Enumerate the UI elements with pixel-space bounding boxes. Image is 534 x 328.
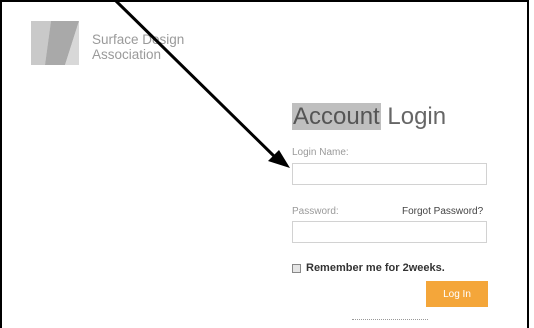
page-title: Account Login: [292, 102, 446, 132]
password-input[interactable]: [292, 221, 487, 243]
forgot-password-link[interactable]: Forgot Password?: [402, 206, 483, 217]
page-title-rest: Login: [387, 103, 447, 130]
page-frame: Surface Design Association Account Login…: [0, 0, 529, 328]
password-label: Password:: [292, 206, 339, 217]
brand-name-line2: Association: [92, 47, 162, 62]
remember-me-label: Remember me for 2weeks.: [306, 262, 445, 274]
remember-me[interactable]: Remember me for 2weeks.: [292, 262, 445, 274]
page-title-highlight: Account: [292, 103, 381, 130]
dotted-divider: [352, 319, 428, 320]
login-name-input[interactable]: [292, 163, 487, 185]
brand-name-line1: Surface Design: [92, 32, 185, 47]
remember-me-checkbox[interactable]: [292, 263, 301, 273]
surface-design-association-logo: [31, 21, 79, 65]
brand-name: Surface Design Association: [92, 32, 184, 62]
login-name-label: Login Name:: [292, 147, 349, 158]
login-button[interactable]: Log In: [426, 281, 488, 307]
